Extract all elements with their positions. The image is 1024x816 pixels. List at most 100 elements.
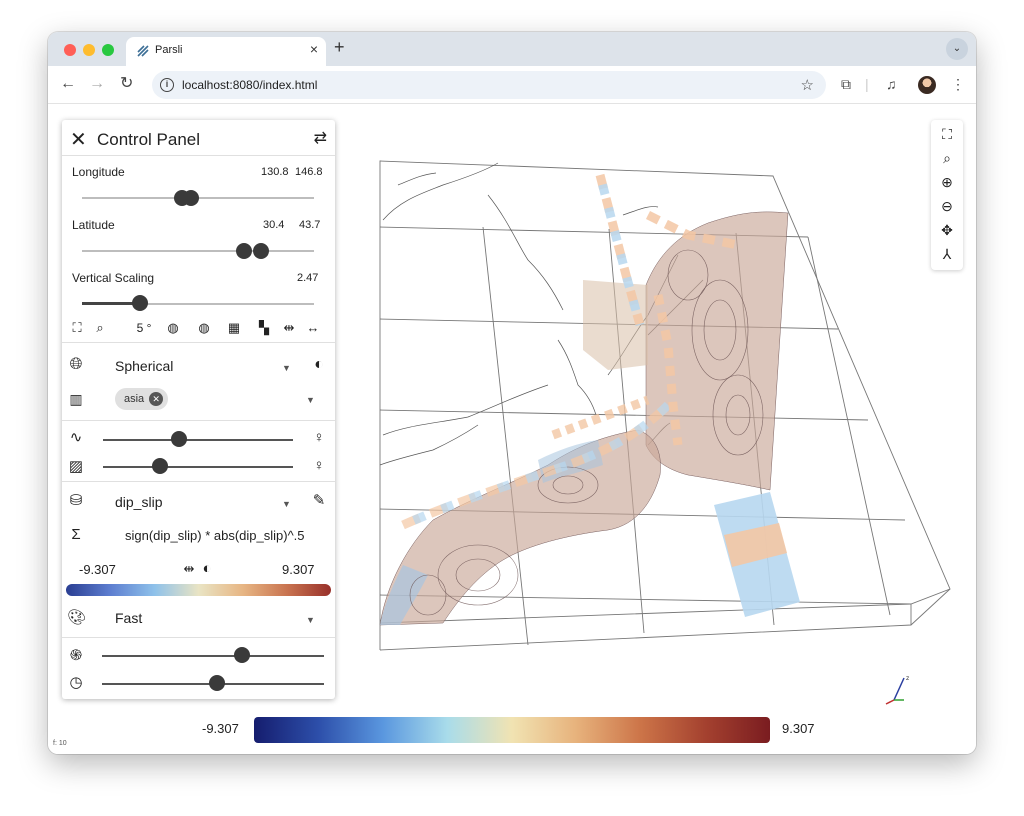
divider bbox=[62, 420, 335, 421]
expand-horizontal-icon[interactable]: ↔ bbox=[304, 320, 322, 335]
vertical-scaling-thumb[interactable] bbox=[132, 295, 148, 311]
quality-slider[interactable] bbox=[102, 655, 324, 657]
sigma-icon: Σ bbox=[71, 526, 81, 543]
longitude-min-value: 130.8 bbox=[261, 166, 289, 178]
grid-icon[interactable]: ▦ bbox=[225, 320, 243, 336]
fault-patch-east bbox=[714, 492, 800, 617]
divider bbox=[62, 481, 335, 482]
contrast-icon[interactable]: ◐ bbox=[198, 560, 216, 577]
media-icon[interactable]: ♫ bbox=[886, 76, 897, 92]
brush-icon[interactable]: ✎ bbox=[310, 491, 328, 509]
map-toolbar: ⛶ ⌕ ⊕ ⊖ ✥ ⅄ bbox=[931, 120, 963, 270]
zoom-out-icon[interactable]: ⊖ bbox=[937, 196, 957, 216]
tab-parsli[interactable]: Parsli × bbox=[126, 37, 326, 66]
earth-toggle-icon[interactable]: ◐ bbox=[310, 356, 328, 374]
reload-icon[interactable]: ↻ bbox=[120, 75, 133, 93]
divider bbox=[62, 637, 335, 638]
info-icon[interactable]: i bbox=[160, 78, 174, 92]
basemap-chip-label: asia bbox=[124, 393, 145, 405]
fullscreen-icon[interactable]: ⛶ bbox=[68, 320, 86, 336]
app-viewport: ⛶ ⌕ ⊕ ⊖ ✥ ⅄ z ✕ Control Panel ⇄ Longitud… bbox=[48, 105, 976, 754]
range-min-value[interactable]: -9.307 bbox=[79, 562, 116, 577]
browser-toolbar: ← → ↻ i localhost:8080/index.html ☆ ⧉ | … bbox=[48, 66, 976, 104]
chevron-down-icon[interactable]: ▼ bbox=[306, 395, 315, 405]
tab-close-icon[interactable]: × bbox=[310, 41, 318, 57]
latitude-max-value: 43.7 bbox=[299, 219, 321, 231]
longitude-max-thumb[interactable] bbox=[183, 190, 200, 206]
map-icon: ▥ bbox=[69, 391, 83, 407]
divider bbox=[62, 342, 335, 343]
fault-surface-south bbox=[379, 429, 661, 626]
fullscreen-icon[interactable]: ⛶ bbox=[937, 124, 957, 144]
globe-add-icon[interactable]: ◍ bbox=[195, 320, 213, 336]
reset-axis-icon[interactable]: ⅄ bbox=[937, 244, 957, 264]
range-reset-icon[interactable]: ⇹ bbox=[180, 561, 198, 577]
grid-step-value[interactable]: 5 ° bbox=[130, 321, 158, 335]
new-tab-button[interactable]: + bbox=[334, 37, 345, 58]
basemap-chip[interactable]: asia ✕ bbox=[115, 388, 169, 410]
globe-grid-icon[interactable]: ◍ bbox=[164, 320, 182, 336]
chevron-down-icon[interactable]: ▼ bbox=[306, 615, 315, 625]
colorbar bbox=[254, 717, 770, 743]
texture-icon: ▨ bbox=[68, 458, 84, 475]
clock-icon: ◷ bbox=[69, 674, 83, 691]
zoom-to-fit-icon[interactable]: ⌕ bbox=[91, 320, 109, 336]
swap-icon[interactable]: ⇄ bbox=[314, 128, 327, 148]
close-icon[interactable]: ✕ bbox=[70, 127, 87, 152]
surface-opacity-slider[interactable] bbox=[103, 466, 293, 468]
toolbar-separator: | bbox=[865, 76, 869, 92]
tab-search-button[interactable]: ⌄ bbox=[946, 38, 968, 60]
time-thumb[interactable] bbox=[209, 675, 226, 691]
latitude-max-thumb[interactable] bbox=[252, 243, 269, 259]
chevron-down-icon[interactable]: ▼ bbox=[282, 363, 291, 373]
lightbulb-off-icon[interactable]: ♀ bbox=[310, 457, 328, 474]
vertical-scaling-label: Vertical Scaling bbox=[72, 271, 155, 285]
surface-opacity-thumb[interactable] bbox=[152, 458, 168, 474]
formula-input[interactable]: sign(dip_slip) * abs(dip_slip)^.5 bbox=[125, 528, 305, 543]
latitude-min-thumb[interactable] bbox=[236, 243, 253, 259]
url-text[interactable]: localhost:8080/index.html bbox=[182, 78, 317, 92]
line-opacity-thumb[interactable] bbox=[171, 431, 187, 447]
globe-icon: 🌐︎ bbox=[69, 356, 83, 373]
avatar[interactable] bbox=[918, 76, 936, 94]
tab-strip: Parsli × + ⌄ bbox=[48, 32, 976, 66]
colorbar-min-label: -9.307 bbox=[202, 721, 239, 736]
vertical-scaling-value: 2.47 bbox=[297, 272, 319, 284]
fingerprint-icon: ֍ bbox=[69, 647, 83, 664]
field-select[interactable]: dip_slip bbox=[115, 494, 162, 510]
latitude-range-slider[interactable] bbox=[82, 250, 314, 252]
palette-icon: 🎨︎ bbox=[67, 609, 87, 626]
zoom-to-fit-icon[interactable]: ⌕ bbox=[937, 148, 957, 168]
latitude-label: Latitude bbox=[72, 218, 115, 232]
divider bbox=[62, 155, 335, 156]
colormap-preview bbox=[66, 584, 331, 596]
control-panel: ✕ Control Panel ⇄ Longitude 130.8 146.8 … bbox=[62, 120, 335, 699]
map-add-icon[interactable]: ▚ bbox=[255, 320, 273, 336]
quality-thumb[interactable] bbox=[233, 647, 250, 663]
parsli-favicon-icon bbox=[137, 45, 149, 57]
colormap-select[interactable]: Fast bbox=[115, 610, 142, 626]
tab-title: Parsli bbox=[155, 44, 183, 56]
range-max-value[interactable]: 9.307 bbox=[282, 562, 315, 577]
chip-remove-icon[interactable]: ✕ bbox=[149, 392, 164, 406]
back-icon[interactable]: ← bbox=[60, 75, 76, 93]
zoom-window-button[interactable] bbox=[102, 44, 114, 56]
line-opacity-slider[interactable] bbox=[103, 439, 293, 441]
extensions-icon[interactable]: ⧉ bbox=[841, 76, 851, 93]
longitude-max-value: 146.8 bbox=[295, 166, 323, 178]
paint-bucket-icon: ⛁ bbox=[69, 492, 83, 509]
compress-horizontal-icon[interactable]: ⇹ bbox=[280, 320, 298, 336]
zoom-in-icon[interactable]: ⊕ bbox=[937, 172, 957, 192]
minimize-window-button[interactable] bbox=[83, 44, 95, 56]
star-icon[interactable]: ☆ bbox=[801, 76, 814, 94]
address-bar[interactable]: i localhost:8080/index.html ☆ bbox=[152, 71, 826, 99]
more-icon[interactable]: ⋮ bbox=[951, 76, 965, 93]
axes-orientation-icon: z bbox=[885, 675, 909, 705]
lightbulb-icon[interactable]: ♀ bbox=[310, 429, 328, 446]
rotate-icon[interactable]: ✥ bbox=[937, 220, 957, 240]
panel-title: Control Panel bbox=[97, 130, 201, 149]
close-window-button[interactable] bbox=[64, 44, 76, 56]
chevron-down-icon[interactable]: ▼ bbox=[282, 499, 291, 509]
projection-select[interactable]: Spherical bbox=[115, 358, 173, 374]
forward-icon[interactable]: → bbox=[89, 75, 105, 93]
